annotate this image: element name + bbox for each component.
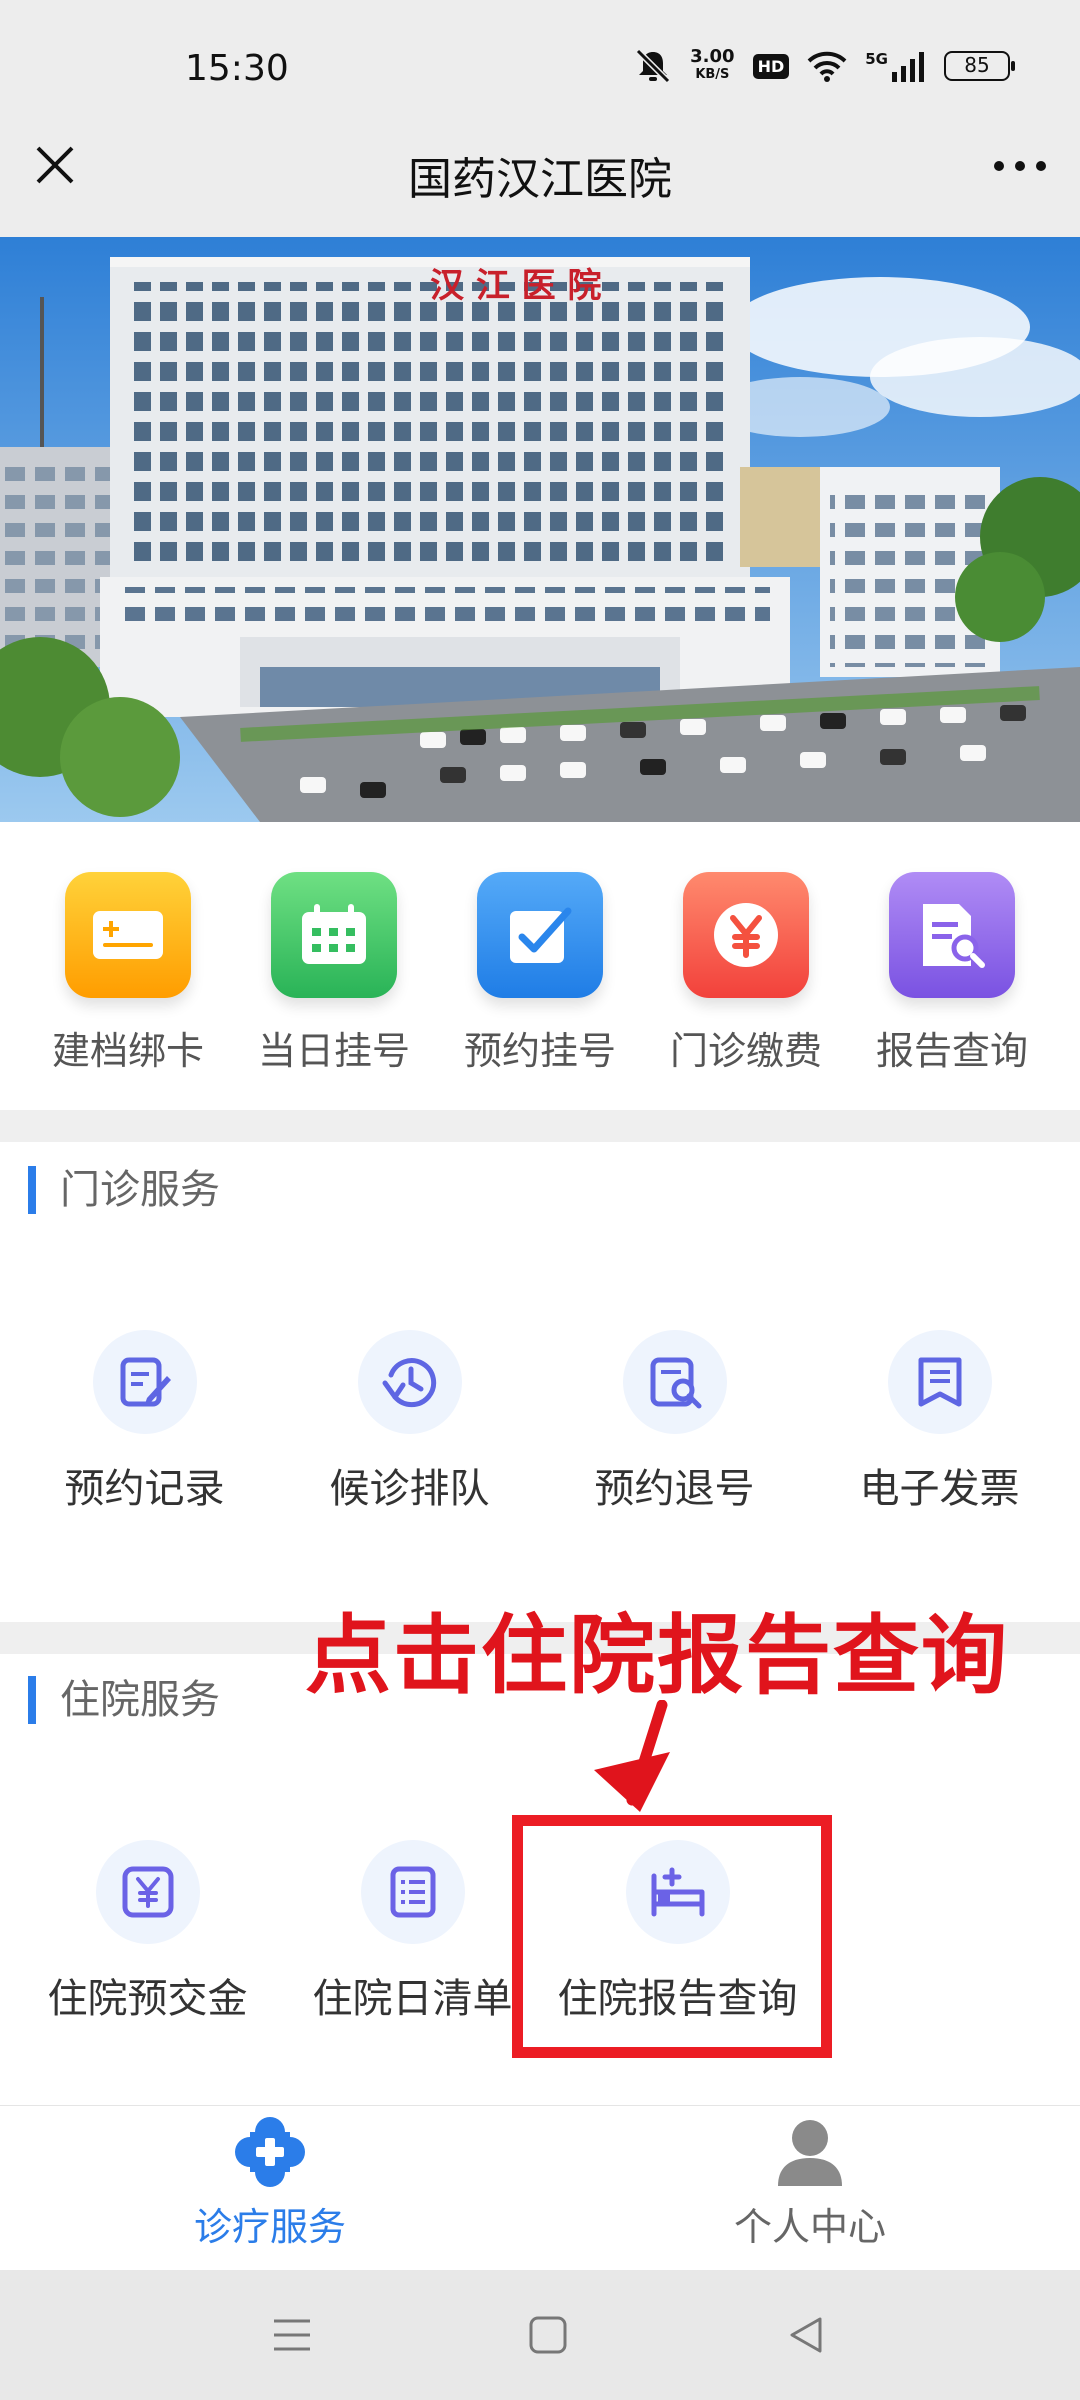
outpatient-section-title: 门诊服务 [28, 1166, 220, 1214]
quick-label: 建档绑卡 [51, 1029, 204, 1073]
hospital-banner[interactable]: 汉 江 医 院 [0, 237, 1080, 822]
quick-item-report-query[interactable]: 报告查询 [862, 822, 1042, 1110]
svc-daily-bill[interactable]: 住院日清单 [280, 1840, 545, 2024]
arrow-down-icon [594, 1700, 670, 1812]
list-icon [360, 1840, 465, 1944]
clock-icon [357, 1330, 462, 1434]
svc-waiting-queue[interactable]: 候诊排队 [277, 1330, 542, 1514]
calendar-icon [271, 872, 397, 998]
quick-item-register-card[interactable]: 建档绑卡 [38, 822, 218, 1110]
battery-indicator: 85 [944, 51, 1015, 81]
medical-cross-icon [235, 2117, 305, 2187]
nav-label: 诊疗服务 [193, 2205, 346, 2249]
bottom-nav: 诊疗服务 个人中心 [0, 2105, 1080, 2270]
status-icons: 3.00 KB/S HD 5G 85 [634, 48, 1015, 84]
document-search-icon [622, 1330, 727, 1434]
speed-value: 3.00 [690, 46, 735, 67]
svc-electronic-invoice[interactable]: 电子发票 [807, 1330, 1072, 1514]
svc-label: 住院预交金 [47, 1976, 248, 2022]
section-divider [0, 1110, 1080, 1142]
nav-personal-center[interactable]: 个人中心 [540, 2106, 1080, 2270]
svc-label: 住院日清单 [312, 1976, 513, 2022]
highlight-box [512, 1815, 832, 2058]
svc-label: 预约退号 [594, 1466, 755, 1512]
yuan-icon [683, 872, 809, 998]
card-icon [65, 872, 191, 998]
network-type: 5G [865, 50, 888, 68]
bookmark-icon [887, 1330, 992, 1434]
hospital-sign: 汉 江 医 院 [430, 266, 602, 306]
person-icon [778, 2120, 842, 2186]
page-title: 国药汉江医院 [408, 154, 672, 205]
svc-label: 预约记录 [64, 1466, 225, 1512]
quick-menu: 建档绑卡 当日挂号 预约挂号 门诊缴费 报告查询 [0, 822, 1080, 1110]
back-icon[interactable] [786, 2315, 826, 2355]
quick-item-same-day-registration[interactable]: 当日挂号 [244, 822, 424, 1110]
status-time: 15:30 [185, 48, 289, 89]
nav-medical-service[interactable]: 诊疗服务 [0, 2106, 540, 2270]
svc-label: 电子发票 [859, 1466, 1020, 1512]
hd-badge: HD [752, 53, 790, 79]
title-bar: 国药汉江医院 [0, 95, 1080, 237]
yuan-icon [95, 1840, 200, 1944]
edit-record-icon [92, 1330, 197, 1434]
quick-label: 当日挂号 [257, 1029, 410, 1073]
svc-cancel-appointment[interactable]: 预约退号 [542, 1330, 807, 1514]
speed-unit: KB/S [695, 67, 730, 82]
quick-item-appointment-registration[interactable]: 预约挂号 [450, 822, 630, 1110]
nav-label: 个人中心 [733, 2205, 886, 2249]
svc-appointment-record[interactable]: 预约记录 [12, 1330, 277, 1514]
checkbox-icon [477, 872, 603, 998]
outpatient-services: 预约记录 候诊排队 预约退号 电子发票 [0, 1330, 1080, 1514]
annotation-text: 点击住院报告查询 [305, 1606, 1009, 1706]
signal-icon [892, 52, 924, 82]
hospital-photo: 汉 江 医 院 [0, 237, 1080, 822]
quick-label: 报告查询 [875, 1029, 1028, 1073]
wifi-icon [807, 51, 847, 82]
more-icon[interactable] [990, 153, 1050, 179]
report-search-icon [889, 872, 1015, 998]
menu-icon[interactable] [270, 2315, 314, 2355]
home-icon[interactable] [528, 2315, 568, 2355]
system-nav-bar [0, 2270, 1080, 2400]
network-speed: 3.00 KB/S [690, 48, 734, 84]
svc-label: 候诊排队 [329, 1466, 490, 1512]
quick-item-outpatient-payment[interactable]: 门诊缴费 [656, 822, 836, 1110]
svc-inpatient-deposit[interactable]: 住院预交金 [15, 1840, 280, 2024]
quick-label: 预约挂号 [463, 1029, 616, 1073]
mute-bell-icon [636, 48, 671, 84]
inpatient-section-title: 住院服务 [28, 1676, 220, 1724]
quick-label: 门诊缴费 [669, 1029, 822, 1073]
